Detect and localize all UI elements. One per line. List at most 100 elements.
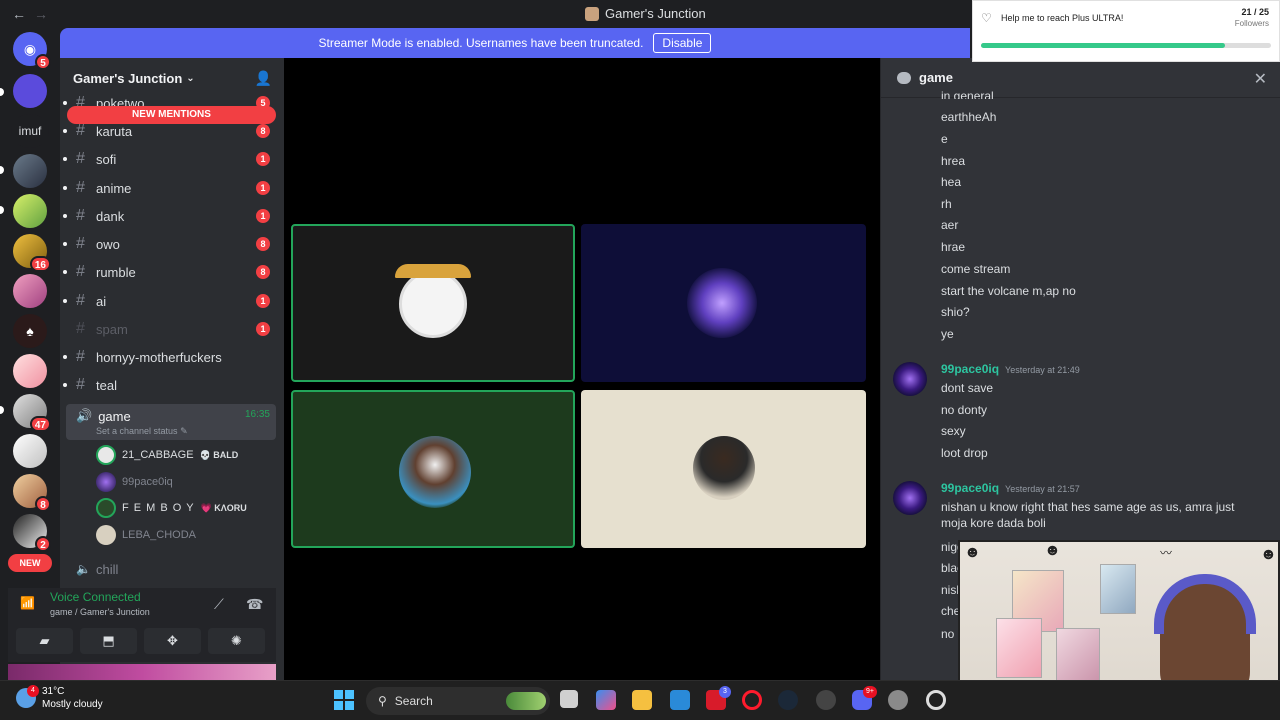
goal-text: Help me to reach Plus ULTRA! bbox=[1001, 13, 1124, 23]
cloud-icon: 4 bbox=[16, 685, 39, 708]
windows-start-icon[interactable] bbox=[334, 690, 354, 710]
channel-name: owo bbox=[96, 236, 120, 252]
obs-icon[interactable] bbox=[926, 690, 946, 710]
screen-share-button[interactable]: ⬒ bbox=[80, 628, 137, 654]
voice-channel-chill[interactable]: 🔈 chill bbox=[66, 556, 276, 582]
mention-count: 1 bbox=[256, 294, 270, 308]
taskbar-search[interactable]: ⚲ Search bbox=[366, 687, 550, 715]
task-view-icon[interactable] bbox=[560, 690, 578, 708]
voice-user[interactable]: LEBA_CHODA bbox=[96, 523, 196, 547]
channel-ai[interactable]: # ai 1 bbox=[63, 288, 276, 314]
channel-anime[interactable]: # anime 1 bbox=[63, 175, 276, 201]
channel-hornyy-motherfuckers[interactable]: # hornyy-motherfuckers bbox=[63, 344, 276, 370]
unread-dot bbox=[63, 299, 67, 303]
message-author[interactable]: 99pace0iq Yesterday at 21:49 bbox=[941, 362, 1080, 376]
activities-button[interactable]: ✥ bbox=[144, 628, 201, 654]
hash-icon: # bbox=[76, 320, 85, 337]
close-icon[interactable]: ✕ bbox=[1254, 69, 1267, 89]
server-icon-12[interactable]: 2 bbox=[13, 514, 51, 552]
streamer-mode-text: Streamer Mode is enabled. Usernames have… bbox=[318, 36, 644, 50]
voice-channel-game[interactable]: 🔊 game 16:35 Set a channel status ✎ bbox=[66, 404, 276, 440]
voice-user[interactable]: F E M B O Y 💗 KΛORU bbox=[96, 496, 247, 520]
voice-user-name: 21_CABBAGE bbox=[122, 449, 194, 461]
channel-spam[interactable]: # spam 1 bbox=[66, 316, 276, 342]
channel-sofi[interactable]: # sofi 1 bbox=[63, 146, 276, 172]
app-l-icon[interactable]: 3 bbox=[706, 686, 731, 710]
server-icon-7[interactable]: ♠ bbox=[13, 314, 47, 348]
message: sexy bbox=[941, 424, 966, 438]
server-icon-4[interactable] bbox=[13, 194, 47, 228]
server-icon-11[interactable]: 8 bbox=[13, 474, 51, 512]
channel-name: ai bbox=[96, 293, 107, 309]
voice-location[interactable]: game / Gamer's Junction bbox=[50, 607, 150, 617]
mention-count: 8 bbox=[256, 124, 270, 138]
server-icon-3[interactable] bbox=[13, 154, 47, 188]
server-icon-5[interactable]: 16 bbox=[13, 234, 51, 272]
server-icon-6[interactable] bbox=[13, 274, 47, 308]
voice-user-name: LEBA_CHODA bbox=[122, 529, 196, 541]
noise-suppression-icon[interactable]: ⟋ bbox=[214, 596, 224, 613]
taskbar: 4 31°C Mostly cloudy ⚲ Search 3 9+ bbox=[0, 680, 1280, 720]
server-icon-8[interactable] bbox=[13, 354, 47, 388]
unread-dot bbox=[63, 129, 67, 133]
file-explorer-icon[interactable] bbox=[632, 690, 652, 710]
weather-widget[interactable]: 4 31°C Mostly cloudy bbox=[16, 685, 103, 711]
video-tile[interactable] bbox=[291, 224, 575, 382]
channel-status-input[interactable]: Set a channel status ✎ bbox=[96, 426, 266, 437]
user-tag: 💀 BALD bbox=[199, 449, 239, 460]
settings-gear-icon[interactable] bbox=[888, 690, 908, 710]
screen-share-icon: ⬒ bbox=[102, 633, 115, 648]
video-tile[interactable] bbox=[291, 390, 575, 548]
signal-icon[interactable]: 📶 bbox=[20, 596, 40, 616]
hash-icon: # bbox=[76, 235, 85, 252]
message: ye bbox=[941, 327, 954, 341]
back-arrow-icon[interactable]: ← bbox=[12, 6, 26, 22]
message-timestamp: Yesterday at 21:49 bbox=[1005, 365, 1080, 375]
poster bbox=[1100, 564, 1136, 614]
camera-off-button[interactable]: ▰ bbox=[16, 628, 73, 654]
server-imuf[interactable]: imuf bbox=[11, 114, 49, 148]
goal-progress-bar bbox=[981, 43, 1271, 48]
app-icon[interactable] bbox=[816, 690, 836, 710]
home-button[interactable]: ◉ 5 bbox=[13, 32, 51, 70]
forward-arrow-icon[interactable]: → bbox=[34, 6, 48, 22]
voice-user[interactable]: 99pace0iq bbox=[96, 470, 173, 494]
channel-teal[interactable]: # teal bbox=[63, 372, 276, 398]
message-author[interactable]: 99pace0iq Yesterday at 21:57 bbox=[941, 481, 1080, 495]
channel-rumble[interactable]: # rumble 8 bbox=[63, 259, 276, 285]
disable-streamer-mode-button[interactable]: Disable bbox=[653, 33, 712, 53]
channel-name: chill bbox=[96, 561, 119, 577]
message: hrea bbox=[941, 154, 966, 168]
avatar[interactable] bbox=[893, 362, 927, 396]
avatar[interactable] bbox=[893, 481, 927, 515]
home-badge: 5 bbox=[35, 54, 51, 70]
code-editor-icon[interactable] bbox=[670, 690, 690, 710]
discord-taskbar-icon[interactable]: 9+ bbox=[852, 686, 877, 710]
soundboard-button[interactable]: ✺ bbox=[208, 628, 265, 654]
steam-icon[interactable] bbox=[778, 690, 798, 710]
voice-user[interactable]: 21_CABBAGE 💀 BALD bbox=[96, 443, 238, 467]
search-highlight-icon bbox=[506, 692, 546, 710]
copilot-icon[interactable] bbox=[596, 690, 616, 710]
user-panel[interactable] bbox=[8, 664, 276, 680]
server-icon-1[interactable] bbox=[13, 74, 47, 108]
doodle-icon: ☻ bbox=[1260, 546, 1277, 563]
mention-count: 8 bbox=[256, 237, 270, 251]
channel-owo[interactable]: # owo 8 bbox=[63, 231, 276, 257]
invite-people-icon[interactable]: 👤 bbox=[255, 70, 272, 87]
video-tile[interactable] bbox=[581, 224, 866, 382]
user-tag: 💗 KΛORU bbox=[200, 502, 247, 513]
heartbeat-icon: 〰 bbox=[1160, 546, 1173, 560]
video-tile[interactable] bbox=[581, 390, 866, 548]
server-icon-9[interactable]: 47 bbox=[13, 394, 51, 432]
message: loot drop bbox=[941, 446, 988, 460]
unread-pip bbox=[0, 88, 4, 96]
server-icon-10[interactable] bbox=[13, 434, 47, 468]
new-unreads-pill[interactable]: NEW bbox=[8, 554, 52, 572]
opera-gx-icon[interactable] bbox=[742, 690, 762, 710]
new-mentions-pill[interactable]: NEW MENTIONS bbox=[67, 106, 276, 124]
disconnect-icon[interactable]: ☎ bbox=[246, 596, 263, 613]
channel-dank[interactable]: # dank 1 bbox=[63, 203, 276, 229]
poster bbox=[1056, 628, 1100, 688]
user-tag-text: KΛORU bbox=[214, 502, 247, 513]
